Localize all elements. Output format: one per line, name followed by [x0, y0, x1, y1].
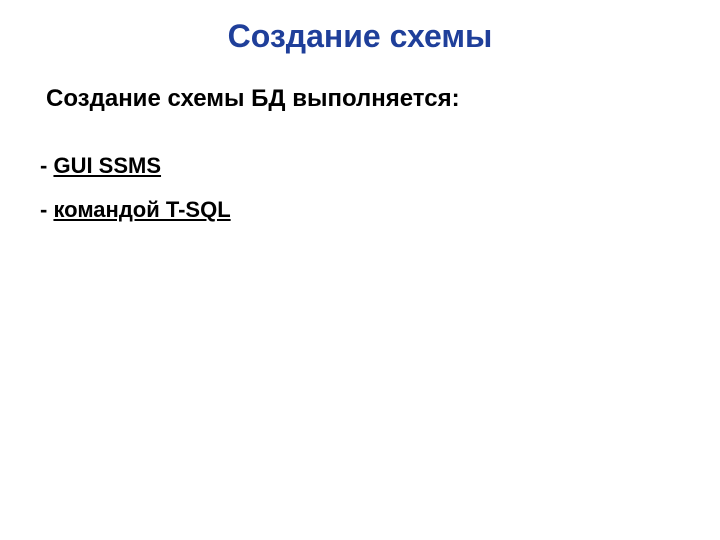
bullet-item: - GUI SSMS: [40, 153, 680, 179]
bullet-link-gui-ssms[interactable]: GUI SSMS: [53, 153, 161, 178]
bullet-dash: -: [40, 197, 53, 222]
bullet-item: - командой T-SQL: [40, 197, 680, 223]
slide-subtitle: Создание схемы БД выполняется:: [46, 85, 680, 113]
bullet-dash: -: [40, 153, 53, 178]
slide-title: Создание схемы: [40, 18, 680, 55]
bullet-link-tsql[interactable]: командой T-SQL: [53, 197, 230, 222]
slide: Создание схемы Создание схемы БД выполня…: [0, 0, 720, 540]
